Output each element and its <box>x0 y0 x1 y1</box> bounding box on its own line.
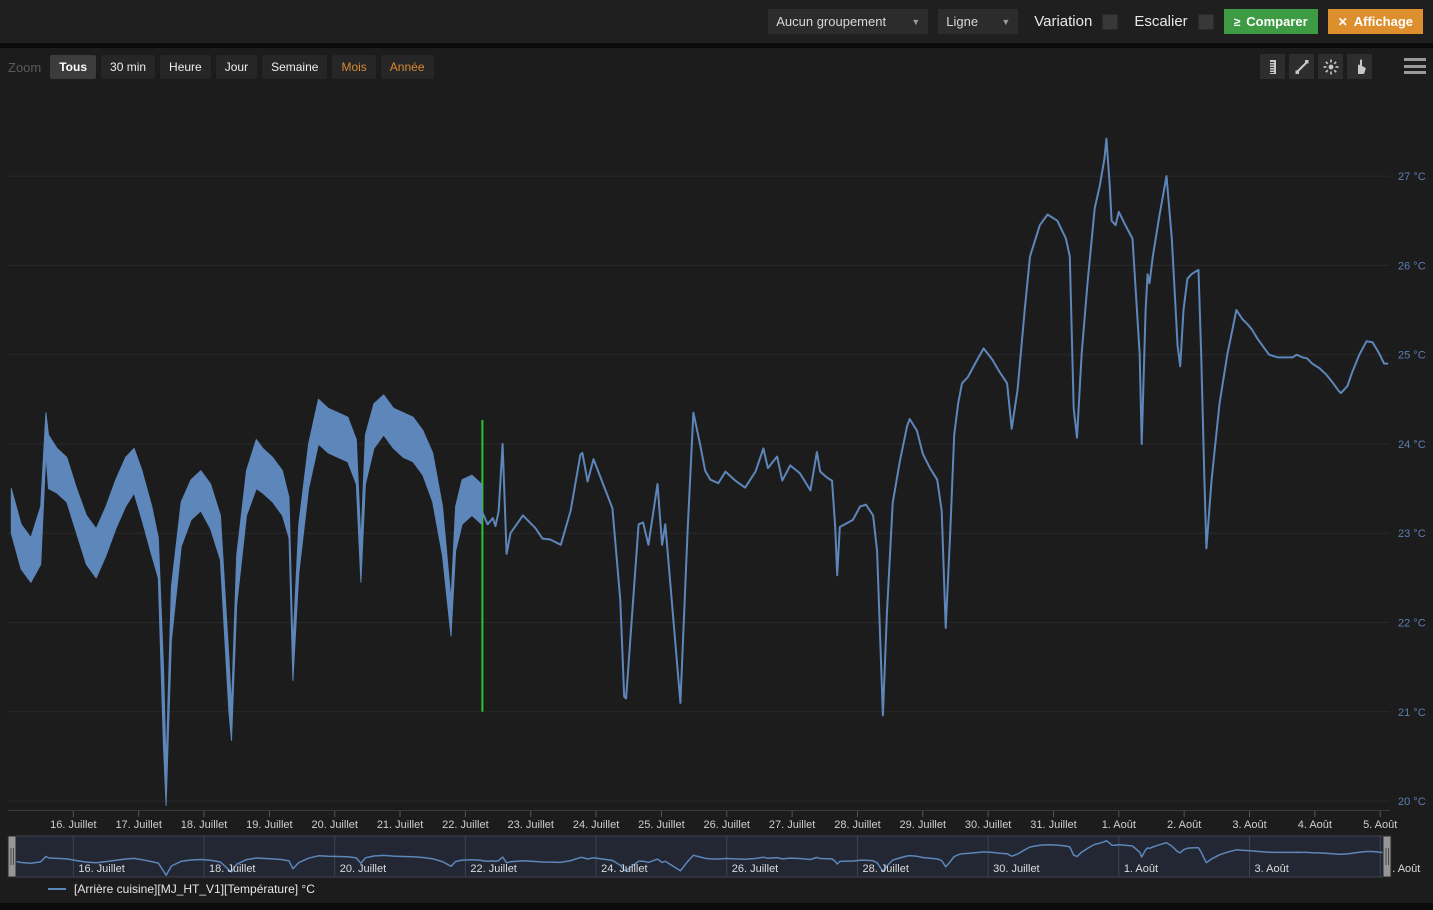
x-axis-label: 5. Août <box>1363 819 1397 831</box>
variation-label: Variation <box>1034 13 1092 30</box>
x-axis-label: 21. Juillet <box>377 819 423 831</box>
y-axis-label: 25 °C <box>1398 350 1426 362</box>
x-axis-label: 3. Août <box>1232 819 1266 831</box>
chevron-down-icon: ▼ <box>1001 17 1010 27</box>
nav-handle-left-grip[interactable] <box>8 836 16 877</box>
bottom-strip <box>0 903 1433 910</box>
grouping-select-value: Aucun groupement <box>776 14 886 29</box>
legend-series-label: [Arrière cuisine][MJ_HT_V1][Température]… <box>74 882 315 896</box>
x-axis-label: 2. Août <box>1167 819 1201 831</box>
navigator-label: 26. Juillet <box>732 863 778 875</box>
y-axis-label: 26 °C <box>1398 260 1426 272</box>
x-axis-label: 25. Juillet <box>638 819 684 831</box>
navigator-label: 28. Juillet <box>862 863 908 875</box>
navigator[interactable]: 16. Juillet 18. Juillet 20. Juillet 22. Jui… <box>8 836 1420 877</box>
y-axis-label: 23 °C <box>1398 528 1426 540</box>
chart-region: Zoom Tous30 minHeureJourSemaineMoisAnnée <box>0 48 1433 910</box>
series-band <box>11 395 481 806</box>
x-icon: ✕ <box>1338 15 1348 29</box>
x-axis-label: 27. Juillet <box>769 819 815 831</box>
navigator-label: 3. Août <box>1255 863 1289 875</box>
x-axis-label: 16. Juillet <box>50 819 96 831</box>
x-axis-label: 24. Juillet <box>573 819 619 831</box>
affichage-button[interactable]: ✕ Affichage <box>1328 9 1423 34</box>
comparer-button[interactable]: ≥ Comparer <box>1224 9 1318 34</box>
y-axis-label: 20 °C <box>1398 796 1426 808</box>
x-axis-label: 20. Juillet <box>311 819 357 831</box>
series-line <box>482 139 1388 716</box>
y-axis-label: 24 °C <box>1398 439 1426 451</box>
nav-handle-left[interactable] <box>8 836 16 877</box>
nav-handle-right[interactable] <box>1383 836 1391 877</box>
topbar: Aucun groupement ▼ Ligne ▼ Variation Esc… <box>0 0 1433 43</box>
nav-handle-right-grip[interactable] <box>1383 836 1391 877</box>
navigator-label: 22. Juillet <box>470 863 516 875</box>
y-axis-label: 27 °C <box>1398 171 1426 183</box>
x-axis-label: 4. Août <box>1298 819 1332 831</box>
greater-equal-icon: ≥ <box>1234 15 1241 29</box>
y-axis-label: 21 °C <box>1398 707 1426 719</box>
navigator-label: 18. Juillet <box>209 863 255 875</box>
navigator-label: 30. Juillet <box>993 863 1039 875</box>
navigator-label: 1. Août <box>1124 863 1158 875</box>
variation-checkbox[interactable] <box>1102 14 1118 30</box>
escalier-checkbox[interactable] <box>1198 14 1214 30</box>
x-axis-label: 17. Juillet <box>115 819 161 831</box>
navigator-label: 20. Juillet <box>340 863 386 875</box>
x-axis-label: 29. Juillet <box>900 819 946 831</box>
x-axis-label: 18. Juillet <box>181 819 227 831</box>
grouping-select[interactable]: Aucun groupement ▼ <box>768 9 928 34</box>
chart-type-select-value: Ligne <box>946 14 978 29</box>
x-axis-label: 30. Juillet <box>965 819 1011 831</box>
navigator-end-label: . Août <box>1392 863 1420 875</box>
navigator-label: 24. Juillet <box>601 863 647 875</box>
chart-type-select[interactable]: Ligne ▼ <box>938 9 1018 34</box>
temperature-chart[interactable]: 20 °C 21 °C 22 °C 23 °C 24 °C 25 °C 26 °C 27 °C… <box>0 48 1433 910</box>
x-axis-label: 22. Juillet <box>442 819 488 831</box>
legend-item[interactable]: [Arrière cuisine][MJ_HT_V1][Température]… <box>48 882 315 896</box>
x-axis-label: 23. Juillet <box>508 819 554 831</box>
escalier-label: Escalier <box>1134 13 1187 30</box>
x-axis-label: 19. Juillet <box>246 819 292 831</box>
legend-line-sample <box>48 888 66 890</box>
navigator-label: 16. Juillet <box>78 863 124 875</box>
x-axis-label: 26. Juillet <box>704 819 750 831</box>
x-axis-label: 31. Juillet <box>1030 819 1076 831</box>
x-axis-label: 28. Juillet <box>834 819 880 831</box>
chevron-down-icon: ▼ <box>911 17 920 27</box>
x-axis-label: 1. Août <box>1102 819 1136 831</box>
y-axis-label: 22 °C <box>1398 618 1426 630</box>
